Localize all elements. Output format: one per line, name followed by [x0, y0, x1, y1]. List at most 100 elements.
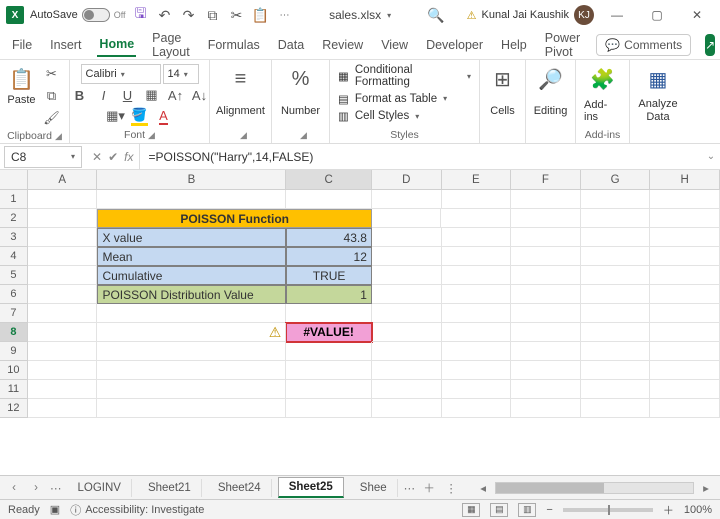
paste-icon[interactable]: 📋	[252, 6, 270, 24]
close-button[interactable]: ✕	[680, 1, 714, 29]
fill-color-icon[interactable]: 🪣	[129, 106, 151, 126]
col-header[interactable]: G	[581, 170, 651, 189]
hscroll-thumb[interactable]	[496, 483, 604, 493]
worksheet-grid[interactable]: A B C D E F G H 1 2 POISSON Function 3 X…	[0, 170, 720, 475]
col-header[interactable]: B	[97, 170, 286, 189]
cells-icon[interactable]: ⊞	[488, 64, 518, 94]
tab-review[interactable]: Review	[320, 34, 365, 56]
cell-c3[interactable]: 43.8	[286, 228, 372, 247]
zoom-slider[interactable]	[563, 508, 653, 512]
alignment-icon[interactable]: ≡	[226, 64, 256, 94]
cell-b6[interactable]: POISSON Distribution Value	[97, 285, 286, 304]
sheet-tab-shee[interactable]: Shee	[350, 479, 398, 497]
sheet-options-icon[interactable]: ⋮	[443, 481, 459, 495]
row-header[interactable]: 10	[0, 361, 28, 380]
font-name-select[interactable]: Calibri▾	[81, 64, 161, 84]
format-painter-icon[interactable]: 🖌	[41, 108, 63, 128]
comments-button[interactable]: 💬 Comments	[596, 34, 691, 56]
sheet-nav-next-icon[interactable]: ›	[28, 482, 44, 494]
share-button[interactable]: ↗	[705, 34, 715, 56]
col-header[interactable]: E	[442, 170, 512, 189]
zoom-level[interactable]: 100%	[684, 504, 712, 516]
cell-b5[interactable]: Cumulative	[97, 266, 286, 285]
launcher-icon[interactable]: ◢	[240, 130, 247, 141]
copy-icon[interactable]: ⧉	[204, 6, 222, 24]
user-avatar-icon[interactable]: KJ	[574, 5, 594, 25]
col-header[interactable]: F	[511, 170, 581, 189]
editing-label[interactable]: Editing	[534, 105, 568, 117]
cancel-icon[interactable]: ✕	[92, 150, 102, 164]
expand-formula-icon[interactable]: ⌄	[702, 151, 720, 162]
paste-icon[interactable]: 📋	[7, 64, 37, 94]
font-shrink-icon[interactable]: A↓	[189, 85, 211, 105]
more-sheets-icon[interactable]: ⋯	[50, 481, 62, 495]
alignment-label[interactable]: Alignment	[216, 105, 265, 117]
addins-icon[interactable]: 🧩	[588, 64, 618, 94]
row-header[interactable]: 4	[0, 247, 28, 266]
sheet-tab-sheet21[interactable]: Sheet21	[138, 479, 202, 497]
launcher-icon[interactable]: ◢	[148, 130, 155, 141]
addins-btn-label[interactable]: Add-ins	[584, 99, 621, 123]
cell-b4[interactable]: Mean	[97, 247, 286, 266]
select-all-corner[interactable]	[0, 170, 28, 189]
tab-formulas[interactable]: Formulas	[206, 34, 262, 56]
toggle-pill-icon[interactable]	[82, 8, 110, 22]
row-header[interactable]: 1	[0, 190, 28, 209]
redo-icon[interactable]: ↷	[180, 6, 198, 24]
row-header[interactable]: 7	[0, 304, 28, 323]
accessibility-status[interactable]: ⓘ Accessibility: Investigate	[70, 502, 204, 518]
zoom-out-icon[interactable]: −	[546, 504, 552, 516]
tab-file[interactable]: File	[10, 34, 34, 56]
table-title[interactable]: POISSON Function	[97, 209, 371, 228]
border-dropdown-icon[interactable]: ▦▾	[105, 106, 127, 126]
save-icon[interactable]: 🖫	[132, 6, 150, 24]
filename-dropdown-icon[interactable]: ▾	[387, 11, 391, 20]
paste-label[interactable]: Paste	[7, 94, 35, 106]
autosave-toggle[interactable]: AutoSave Off	[30, 8, 126, 22]
analyze-icon[interactable]: ▦	[643, 64, 673, 94]
launcher-icon[interactable]: ◢	[55, 131, 62, 142]
cell-c6[interactable]: 1	[286, 285, 372, 304]
row-header[interactable]: 5	[0, 266, 28, 285]
view-page-break-icon[interactable]: ▥	[518, 503, 536, 517]
row-header[interactable]: 9	[0, 342, 28, 361]
more-qat-icon[interactable]: ⋯	[276, 6, 294, 24]
tab-data[interactable]: Data	[276, 34, 306, 56]
undo-icon[interactable]: ↶	[156, 6, 174, 24]
tab-page-layout[interactable]: Page Layout	[150, 27, 192, 63]
view-page-layout-icon[interactable]: ▤	[490, 503, 508, 517]
sheet-tab-loginv[interactable]: LOGINV	[68, 479, 132, 497]
tab-developer[interactable]: Developer	[424, 34, 485, 56]
cell-styles-button[interactable]: ▥Cell Styles▾	[338, 109, 419, 123]
font-color-icon[interactable]: A	[153, 106, 175, 126]
minimize-button[interactable]: —	[600, 1, 634, 29]
name-box[interactable]: C8 ▾	[4, 146, 82, 168]
number-label[interactable]: Number	[281, 105, 320, 117]
col-header[interactable]: A	[28, 170, 98, 189]
row-header[interactable]: 8	[0, 323, 28, 342]
cut-icon[interactable]: ✂	[228, 6, 246, 24]
format-as-table-button[interactable]: ▤Format as Table▾	[338, 92, 447, 106]
new-sheet-icon[interactable]: ＋	[421, 480, 437, 496]
underline-button[interactable]: U	[117, 85, 139, 105]
zoom-in-icon[interactable]: ＋	[663, 502, 674, 518]
font-size-select[interactable]: 14▾	[163, 64, 199, 84]
scroll-right-icon[interactable]: ▸	[698, 481, 714, 495]
account-area[interactable]: ⚠ Kunal Jai Kaushik KJ	[467, 5, 594, 25]
row-header[interactable]: 2	[0, 209, 28, 228]
tab-help[interactable]: Help	[499, 34, 529, 56]
horizontal-scrollbar[interactable]: ◂ ▸	[475, 481, 714, 495]
row-header[interactable]: 12	[0, 399, 28, 418]
row-header[interactable]: 6	[0, 285, 28, 304]
more-sheets-right-icon[interactable]: ⋯	[404, 481, 416, 495]
fx-icon[interactable]: fx	[124, 150, 133, 164]
cut-icon[interactable]: ✂	[41, 64, 63, 84]
conditional-formatting-button[interactable]: ▦Conditional Formatting▾	[338, 64, 471, 88]
hscroll-track[interactable]	[495, 482, 694, 494]
tab-home[interactable]: Home	[97, 33, 136, 57]
search-icon[interactable]: 🔍	[427, 6, 445, 24]
sheet-tab-sheet24[interactable]: Sheet24	[208, 479, 272, 497]
tab-insert[interactable]: Insert	[48, 34, 83, 56]
enter-icon[interactable]: ✔	[108, 150, 118, 164]
cell-b3[interactable]: X value	[97, 228, 286, 247]
